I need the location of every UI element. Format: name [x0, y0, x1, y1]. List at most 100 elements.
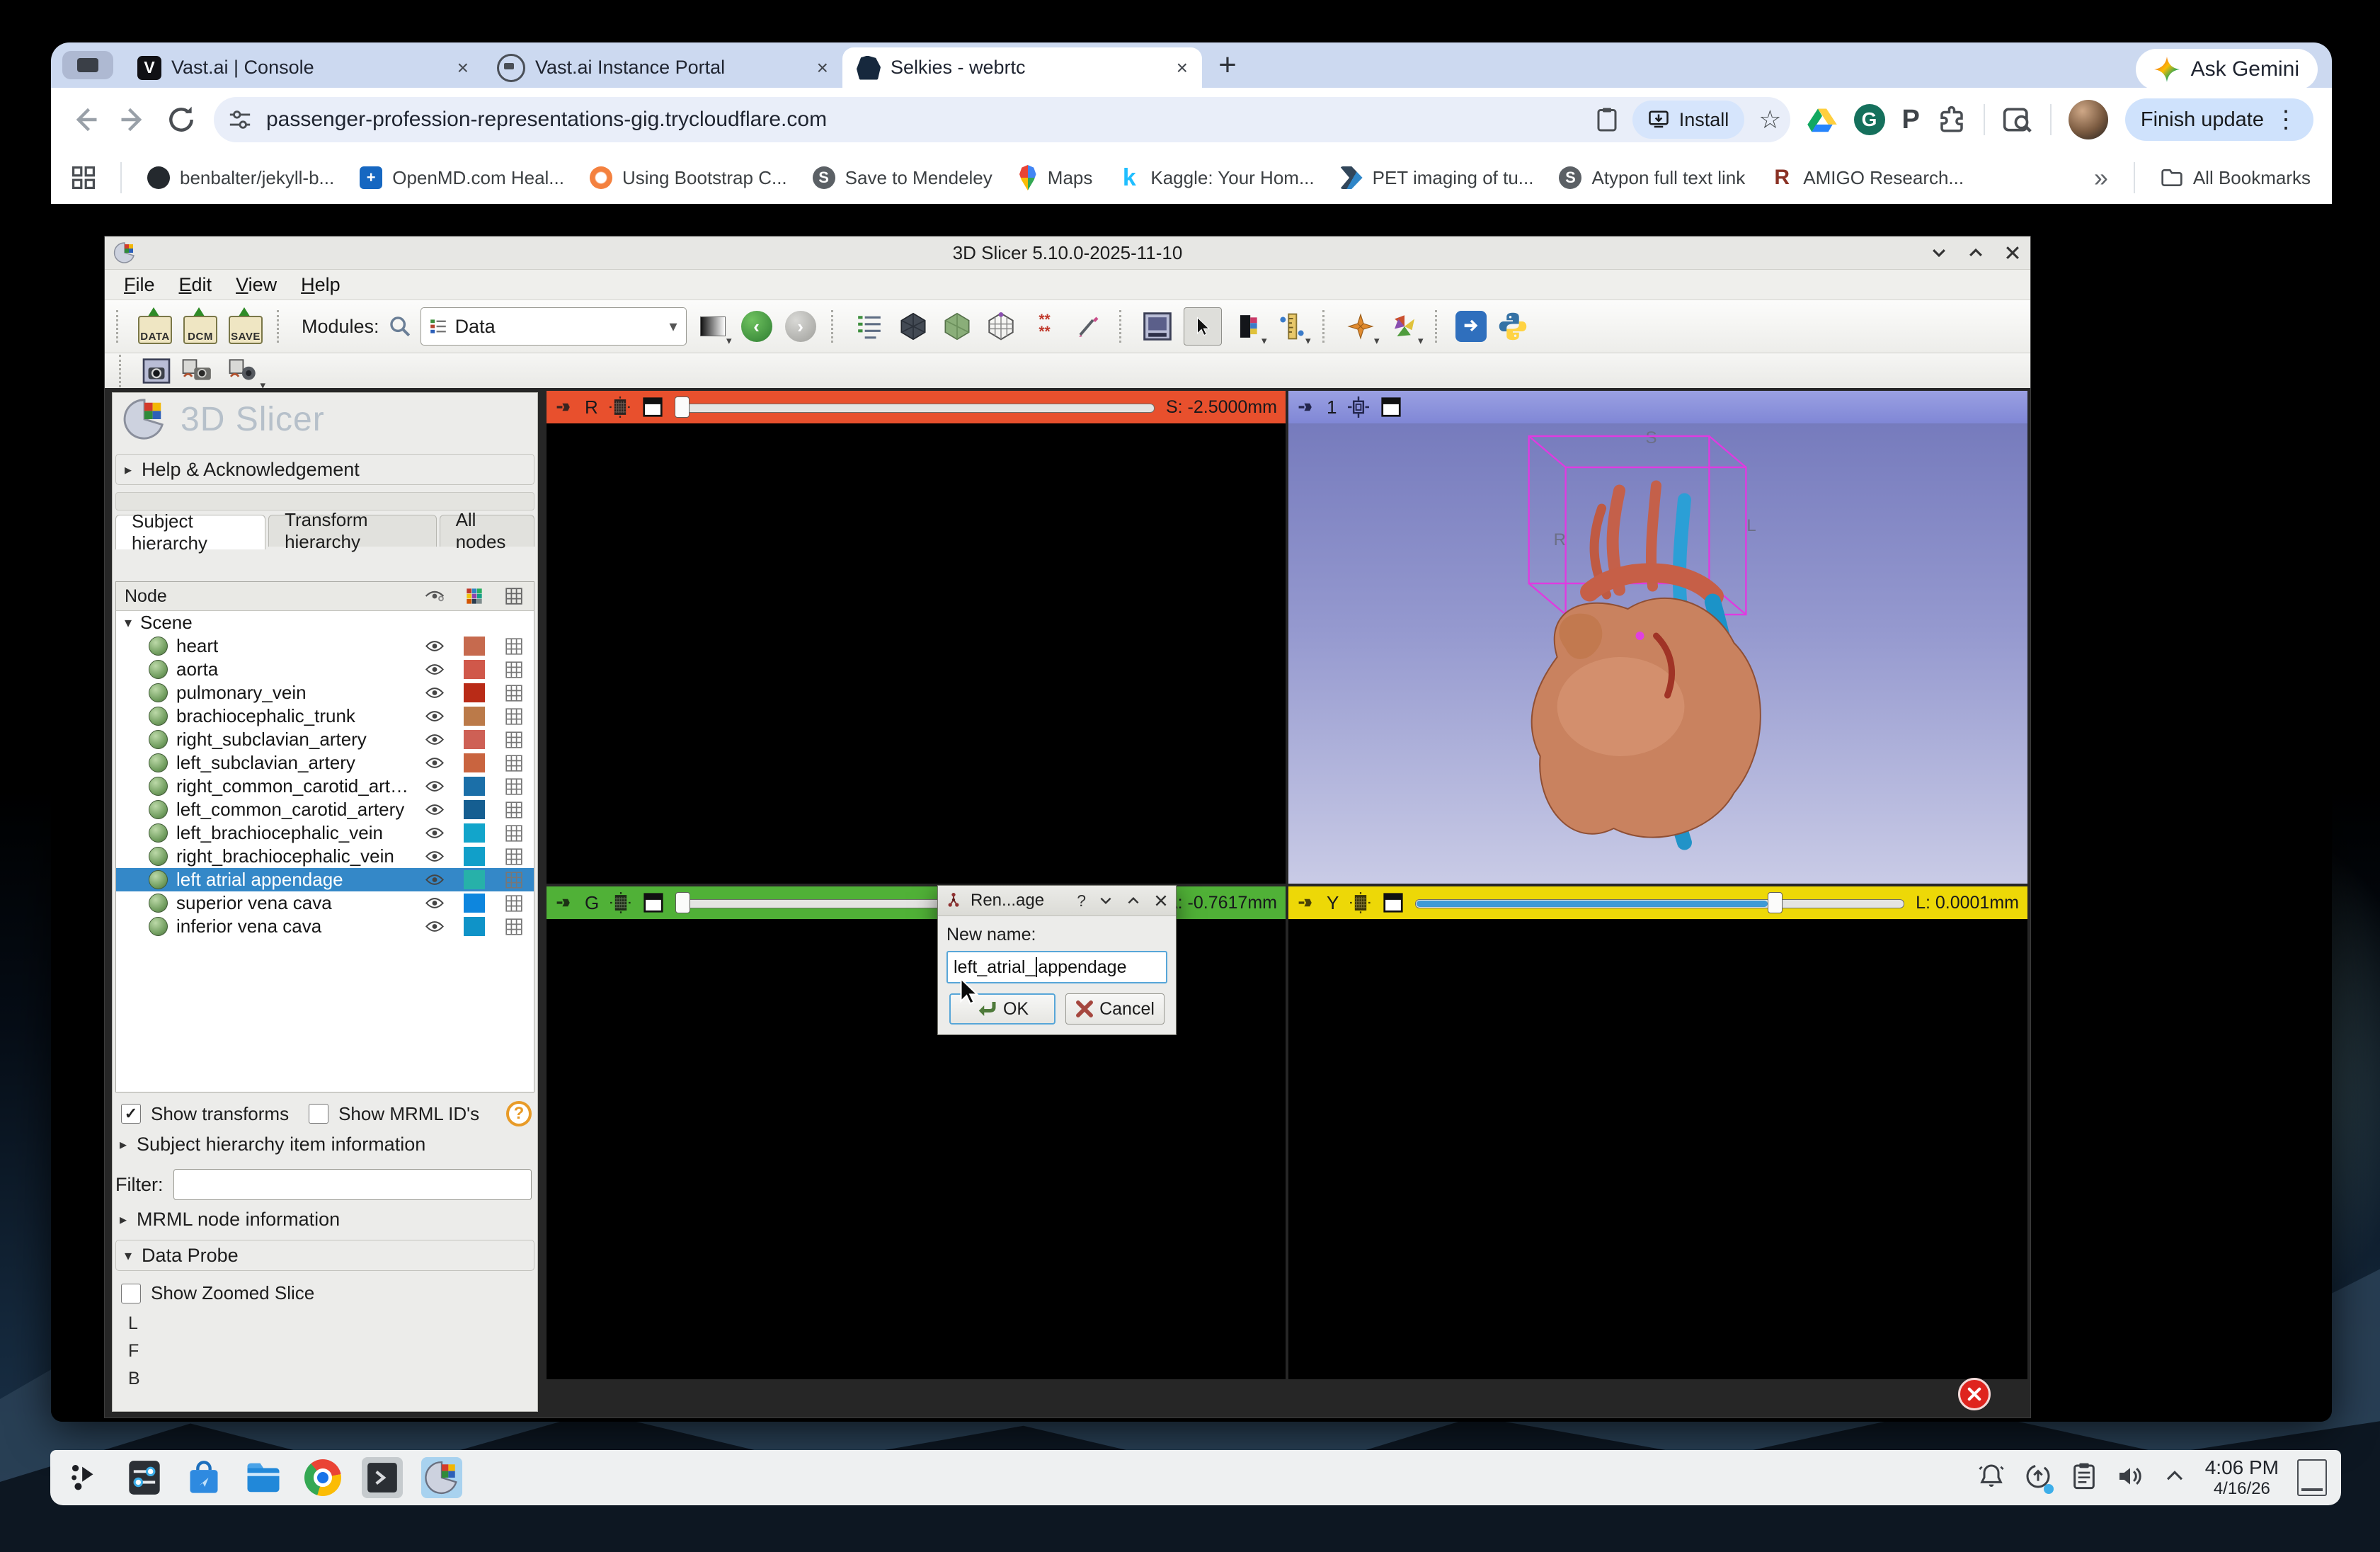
all-bookmarks-button[interactable]: All Bookmarks: [2161, 167, 2311, 189]
color-cell[interactable]: [454, 730, 494, 749]
profile-avatar[interactable]: [2068, 100, 2108, 139]
node-row[interactable]: left_common_carotid_artery: [116, 798, 534, 821]
color-cell[interactable]: [454, 870, 494, 889]
bookmark-item[interactable]: Maps: [1018, 165, 1092, 190]
transform-grid-icon[interactable]: [494, 777, 534, 795]
bookmark-item[interactable]: S Save to Mendeley: [812, 166, 992, 189]
color-cell[interactable]: [454, 777, 494, 796]
menu-item[interactable]: Help: [289, 274, 353, 296]
dialog-unshade-icon[interactable]: [1126, 893, 1141, 908]
discover-store-button[interactable]: [183, 1457, 224, 1498]
toolbar-grip[interactable]: [1322, 310, 1330, 343]
node-row[interactable]: left_subclavian_artery: [116, 751, 534, 775]
slice-layout-icon[interactable]: [642, 396, 663, 418]
browser-tab[interactable]: Vast.ai Instance Portal ×: [483, 47, 842, 88]
bookmark-item[interactable]: R AMIGO Research...: [1770, 166, 1964, 189]
node-color-swatch[interactable]: [464, 683, 485, 702]
visibility-eye-icon[interactable]: [415, 663, 454, 675]
node-row[interactable]: inferior vena cava: [116, 915, 534, 938]
yellow-slice-viewport[interactable]: Y L: 0.0001mm: [1288, 886, 2027, 1379]
volume-icon[interactable]: [2116, 1462, 2144, 1494]
file-manager-button[interactable]: [243, 1457, 284, 1498]
bookmark-item[interactable]: k Kaggle: Your Hom...: [1118, 164, 1315, 191]
window-shade-icon[interactable]: [1930, 244, 1948, 262]
slicer-taskbar-button[interactable]: [421, 1457, 462, 1498]
show-transforms-checkbox[interactable]: ✓: [121, 1104, 141, 1124]
paint-brush-icon[interactable]: [1071, 307, 1106, 346]
color-cell[interactable]: [454, 683, 494, 702]
color-cell[interactable]: [454, 847, 494, 866]
load-data-button[interactable]: DCM: [182, 307, 219, 346]
color-cell[interactable]: [454, 637, 494, 656]
python-console-icon[interactable]: [1495, 307, 1531, 346]
hierarchy-tab[interactable]: Subject hierarchy: [115, 510, 266, 554]
node-row[interactable]: left_brachiocephalic_vein: [116, 821, 534, 845]
node-color-swatch[interactable]: [464, 637, 485, 656]
threed-viewport[interactable]: 1 S R L: [1288, 391, 2027, 884]
layout-selector-icon[interactable]: [1140, 307, 1175, 346]
load-data-button[interactable]: SAVE: [227, 307, 264, 346]
new-tab-button[interactable]: +: [1208, 45, 1247, 85]
chrome-button[interactable]: [302, 1457, 343, 1498]
toolbar-grip[interactable]: [119, 355, 127, 387]
favorite-modules-gradient-icon[interactable]: ▾: [695, 307, 732, 347]
hierarchy-tab[interactable]: Transform hierarchy: [268, 509, 437, 552]
stream-close-button[interactable]: [1958, 1378, 1991, 1410]
module-back-button[interactable]: ‹: [739, 307, 774, 346]
node-color-swatch[interactable]: [464, 777, 485, 796]
browser-tab[interactable]: V Vast.ai | Console ×: [123, 47, 483, 88]
node-name[interactable]: right_common_carotid_artery: [176, 775, 415, 797]
extensions-puzzle-icon[interactable]: [1937, 105, 1967, 135]
node-name[interactable]: inferior vena cava: [176, 915, 415, 937]
transform-grid-icon[interactable]: [494, 707, 534, 725]
visibility-column-icon[interactable]: [415, 590, 454, 603]
dialog-shade-icon[interactable]: [1098, 893, 1114, 908]
slicer-title-bar[interactable]: 3D Slicer 5.10.0-2025-11-10: [105, 236, 2030, 270]
color-cell[interactable]: [454, 753, 494, 772]
system-settings-button[interactable]: [124, 1457, 165, 1498]
color-column-icon[interactable]: [454, 588, 494, 605]
table-header[interactable]: Node: [116, 582, 534, 611]
node-color-swatch[interactable]: [464, 800, 485, 819]
hierarchy-tab[interactable]: All nodes: [439, 509, 534, 552]
bookmarks-overflow-chevron[interactable]: »: [2094, 163, 2108, 193]
visibility-eye-icon[interactable]: [415, 827, 454, 839]
node-name[interactable]: brachiocephalic_trunk: [176, 705, 415, 727]
notifications-bell-icon[interactable]: [1977, 1462, 2006, 1494]
color-cell[interactable]: [454, 660, 494, 679]
slice-offset-slider[interactable]: [674, 396, 1155, 418]
item-information-section[interactable]: ▸ Subject hierarchy item information: [120, 1134, 425, 1156]
screenshot-camera-icon[interactable]: [142, 358, 171, 384]
bookmark-item[interactable]: benbalter/jekyll-b...: [147, 166, 334, 189]
tab-close-icon[interactable]: ×: [1177, 57, 1188, 78]
dialog-close-icon[interactable]: [1153, 893, 1169, 908]
bookmark-star-icon[interactable]: ☆: [1758, 107, 1781, 132]
window-close-icon[interactable]: [2003, 244, 2022, 262]
updates-icon[interactable]: [2024, 1462, 2054, 1494]
reload-button[interactable]: [166, 104, 197, 135]
transform-grid-icon[interactable]: [494, 754, 534, 772]
back-button[interactable]: [69, 104, 101, 135]
tab-close-icon[interactable]: ×: [457, 57, 469, 78]
site-settings-icon[interactable]: [228, 108, 252, 132]
markups-asterisk-icon[interactable]: ** **: [1027, 307, 1063, 346]
place-fiducial-icon[interactable]: ▾: [1343, 307, 1380, 347]
node-color-swatch[interactable]: [464, 823, 485, 843]
cancel-button[interactable]: Cancel: [1065, 993, 1165, 1025]
color-cell[interactable]: [454, 800, 494, 819]
visibility-eye-icon[interactable]: [415, 710, 454, 722]
scene-view-menu-icon[interactable]: ▾: [224, 352, 265, 392]
visibility-eye-icon[interactable]: [415, 874, 454, 886]
node-name[interactable]: right_subclavian_artery: [176, 729, 415, 751]
slice-link-icon[interactable]: [610, 892, 632, 913]
tray-expand-chevron-icon[interactable]: [2163, 1464, 2187, 1492]
show-mrml-ids-checkbox[interactable]: [309, 1104, 329, 1124]
threed-scene[interactable]: S R L: [1288, 423, 2027, 884]
transform-grid-icon[interactable]: [494, 824, 534, 842]
color-cell[interactable]: [454, 707, 494, 726]
mesh-cube-icon[interactable]: [983, 307, 1019, 346]
visibility-eye-icon[interactable]: [415, 804, 454, 816]
node-color-swatch[interactable]: [464, 917, 485, 936]
red-slice-bar[interactable]: R S: -2.5000mm: [547, 391, 1286, 423]
pin-icon[interactable]: [555, 398, 573, 416]
